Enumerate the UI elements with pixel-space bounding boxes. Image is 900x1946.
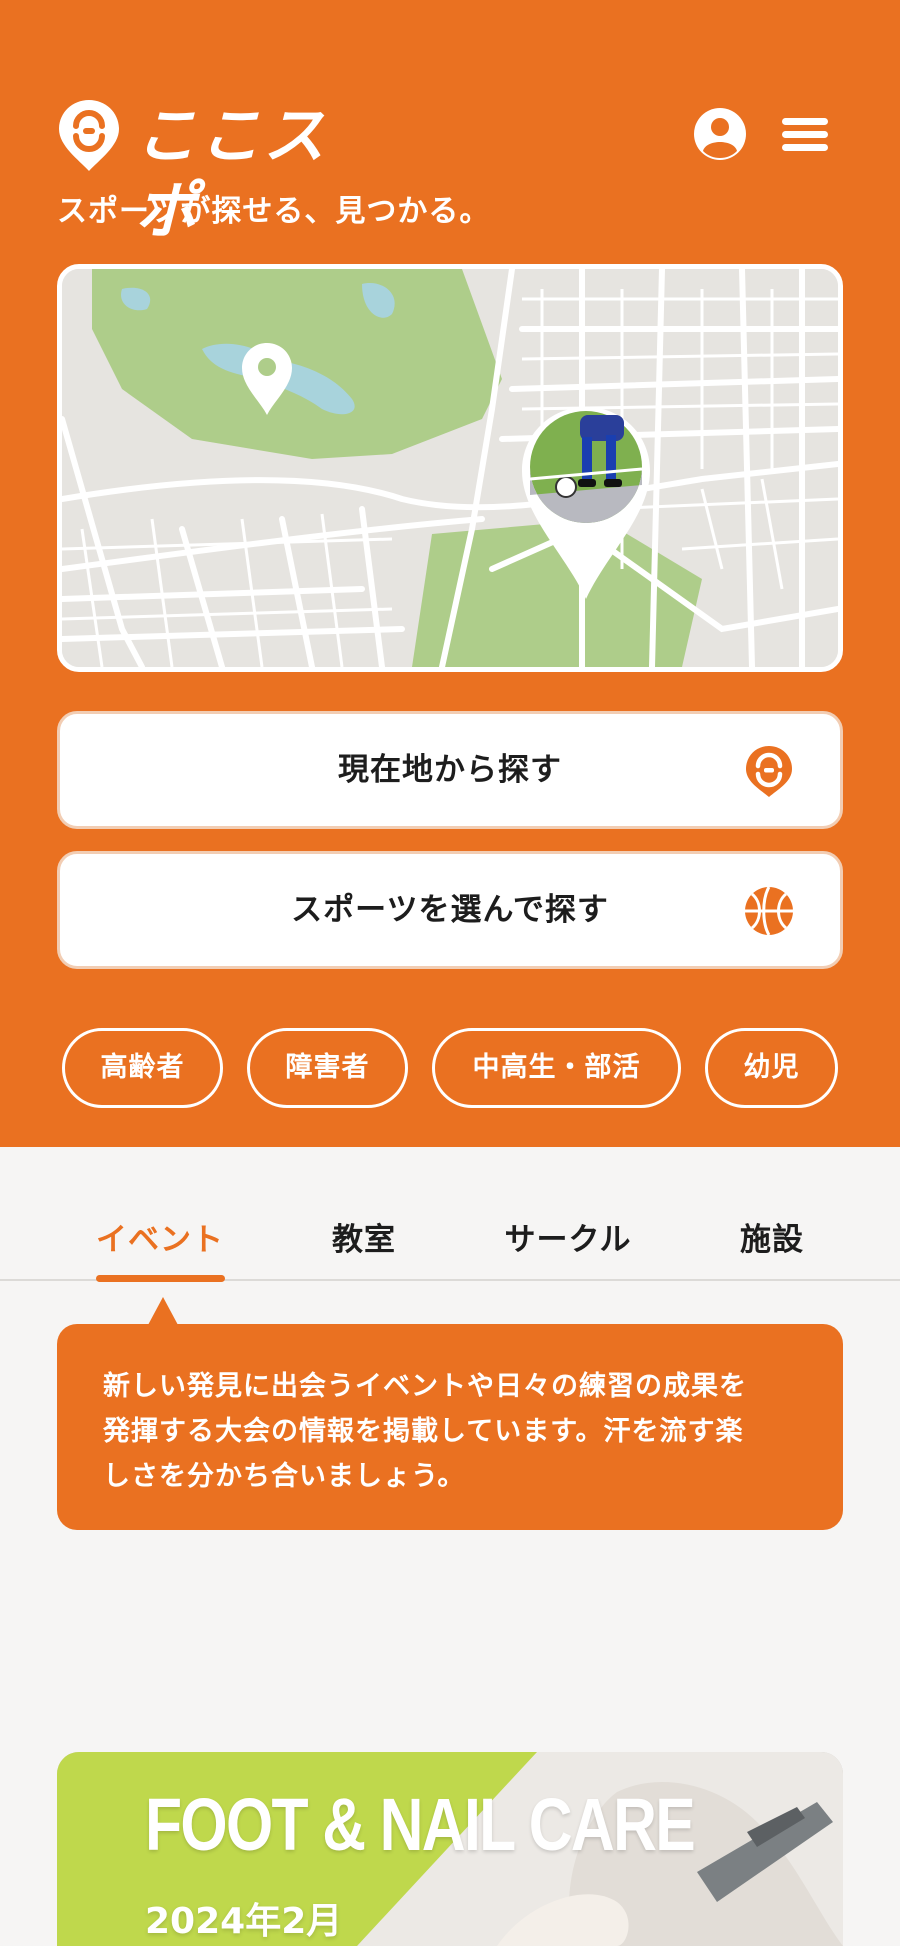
search-by-location-label: 現在地から探す xyxy=(338,752,562,788)
menu-button[interactable] xyxy=(778,106,834,162)
filter-students[interactable]: 中高生・部活 xyxy=(432,1028,681,1108)
banner-date: 2024年2月 xyxy=(145,1901,343,1942)
tab-description: 新しい発見に出会うイベントや日々の練習の成果を 発揮する大会の情報を掲載していま… xyxy=(57,1324,843,1530)
tab-facilities[interactable]: 施設 xyxy=(708,1210,836,1270)
search-by-location-button[interactable]: 現在地から探す xyxy=(57,711,843,829)
user-icon xyxy=(694,108,746,160)
search-by-sport-label: スポーツを選んで探す xyxy=(291,892,609,928)
description-line-2: 発揮する大会の情報を掲載しています。汗を流す楽 xyxy=(103,1416,744,1447)
hamburger-menu-icon xyxy=(782,118,828,151)
search-by-sport-button[interactable]: スポーツを選んで探す xyxy=(57,851,843,969)
site-logo[interactable]: ここスポ xyxy=(57,98,377,247)
filter-elderly[interactable]: 高齢者 xyxy=(62,1028,223,1108)
description-pointer xyxy=(148,1297,178,1325)
tab-events[interactable]: イベント xyxy=(80,1210,240,1270)
soccer-photo-pin-icon[interactable] xyxy=(520,405,652,601)
active-tab-indicator xyxy=(96,1275,225,1282)
map-view[interactable] xyxy=(57,264,843,672)
event-banner[interactable]: FOOT & NAIL CARE 2024年2月 xyxy=(57,1752,843,1946)
hero-section: ここスポ スポーツが探せる、見つかる。 現在地から探す スポーツを選んで探す 高… xyxy=(0,0,900,1147)
user-account-button[interactable] xyxy=(692,106,748,162)
location-icon xyxy=(746,746,792,797)
filter-toddlers[interactable]: 幼児 xyxy=(705,1028,838,1108)
banner-title: FOOT & NAIL CARE xyxy=(145,1783,696,1866)
filter-disability[interactable]: 障害者 xyxy=(247,1028,408,1108)
tab-circles[interactable]: サークル xyxy=(488,1210,648,1270)
basketball-icon xyxy=(745,886,793,936)
description-line-1: 新しい発見に出会うイベントや日々の練習の成果を xyxy=(103,1371,747,1402)
tagline: スポーツが探せる、見つかる。 xyxy=(57,194,491,229)
description-line-3: しさを分かち合いましょう。 xyxy=(103,1461,466,1492)
logo-pin-icon xyxy=(59,100,119,171)
map-pin-icon[interactable] xyxy=(240,341,294,417)
tab-classes[interactable]: 教室 xyxy=(300,1210,428,1270)
